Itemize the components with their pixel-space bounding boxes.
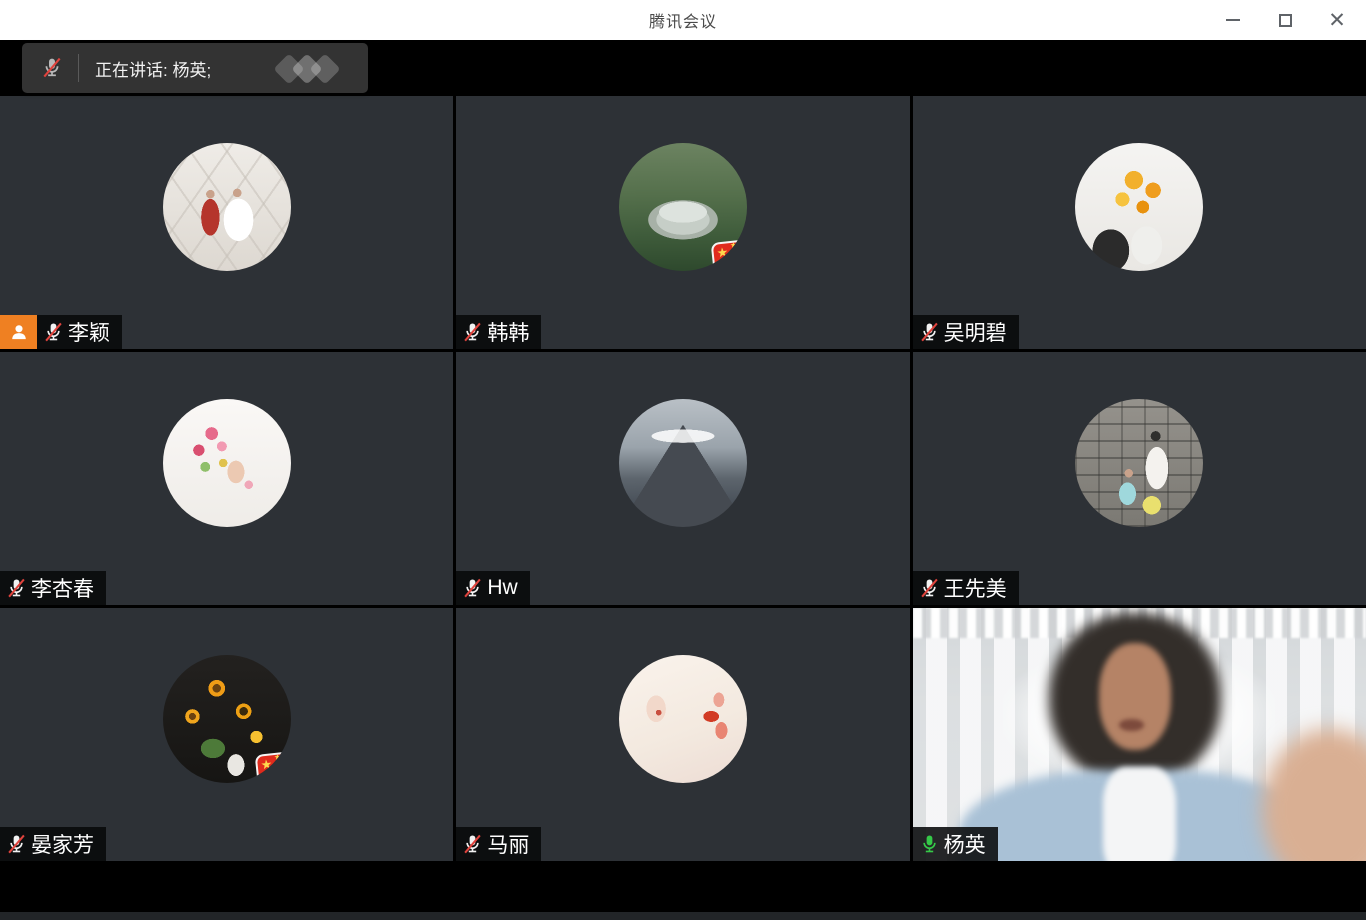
tencent-meeting-logo-icon	[274, 55, 340, 83]
speaking-banner: 正在讲话: 杨英;	[22, 43, 368, 93]
participant-label: 马丽	[456, 827, 541, 861]
minimize-icon	[1226, 19, 1240, 21]
avatar	[1075, 143, 1203, 271]
mic-muted-icon	[5, 833, 28, 856]
participant-name: 李杏春	[31, 573, 94, 603]
participant-label: 晏家芳	[0, 827, 106, 861]
mic-muted-icon	[918, 577, 941, 600]
meeting-stage: 正在讲话: 杨英; 李颖	[0, 40, 1366, 920]
mic-muted-icon	[42, 321, 65, 344]
participant-tile-liying[interactable]: 李颖	[0, 96, 453, 349]
participant-label: 王先美	[913, 571, 1019, 605]
mic-muted-icon	[40, 56, 64, 80]
window-titlebar: 腾讯会议 ✕	[0, 0, 1366, 40]
mic-muted-icon	[5, 577, 28, 600]
participant-tile-yangying[interactable]: 杨英	[913, 608, 1366, 861]
participant-label: Hw	[456, 571, 529, 605]
participant-name: 李颖	[68, 317, 110, 347]
banner-divider	[78, 54, 79, 82]
participant-tile-wangxianmei[interactable]: 王先美	[913, 352, 1366, 605]
avatar: ★★★★★	[163, 655, 291, 783]
mic-muted-icon	[461, 321, 484, 344]
avatar	[619, 655, 747, 783]
participant-tile-yanjiafang[interactable]: ★★★★★ 晏家芳	[0, 608, 453, 861]
person-badge-icon	[0, 315, 37, 349]
china-flag-badge-icon: ★★★★★	[254, 751, 290, 783]
mic-muted-icon	[461, 833, 484, 856]
mic-muted-icon	[461, 577, 484, 600]
maximize-icon	[1279, 14, 1292, 27]
participant-tile-lixingchun[interactable]: 李杏春	[0, 352, 453, 605]
participant-name: 晏家芳	[31, 829, 94, 859]
participant-name: 韩韩	[487, 317, 529, 347]
maximize-button[interactable]	[1274, 9, 1296, 31]
window-bottom-edge	[0, 912, 1366, 920]
participant-name: 马丽	[487, 829, 529, 859]
participant-label: 李颖	[0, 315, 122, 349]
avatar	[1075, 399, 1203, 527]
close-button[interactable]: ✕	[1326, 9, 1348, 31]
window-title: 腾讯会议	[649, 8, 717, 32]
avatar	[163, 399, 291, 527]
avatar	[619, 399, 747, 527]
china-flag-badge-icon: ★★★★★	[711, 239, 747, 271]
participant-grid: 李颖 ★★★★★ 韩韩	[0, 96, 1366, 861]
participant-tile-mali[interactable]: 马丽	[456, 608, 909, 861]
participant-tile-hw[interactable]: Hw	[456, 352, 909, 605]
participant-label: 吴明碧	[913, 315, 1019, 349]
participant-tile-wumingbi[interactable]: 吴明碧	[913, 96, 1366, 349]
participant-name: 王先美	[944, 573, 1007, 603]
participant-label: 韩韩	[456, 315, 541, 349]
mic-muted-icon	[918, 321, 941, 344]
window-controls: ✕	[1222, 0, 1348, 40]
minimize-button[interactable]	[1222, 9, 1244, 31]
participant-name: Hw	[487, 576, 517, 600]
participant-name: 杨英	[944, 829, 986, 859]
live-video	[913, 608, 1366, 861]
participant-label: 杨英	[913, 827, 998, 861]
avatar	[163, 143, 291, 271]
participant-tile-hanhan[interactable]: ★★★★★ 韩韩	[456, 96, 909, 349]
participant-label: 李杏春	[0, 571, 106, 605]
avatar: ★★★★★	[619, 143, 747, 271]
speaking-banner-text: 正在讲话: 杨英;	[95, 56, 211, 81]
participant-name: 吴明碧	[944, 317, 1007, 347]
mic-active-icon	[918, 833, 941, 856]
